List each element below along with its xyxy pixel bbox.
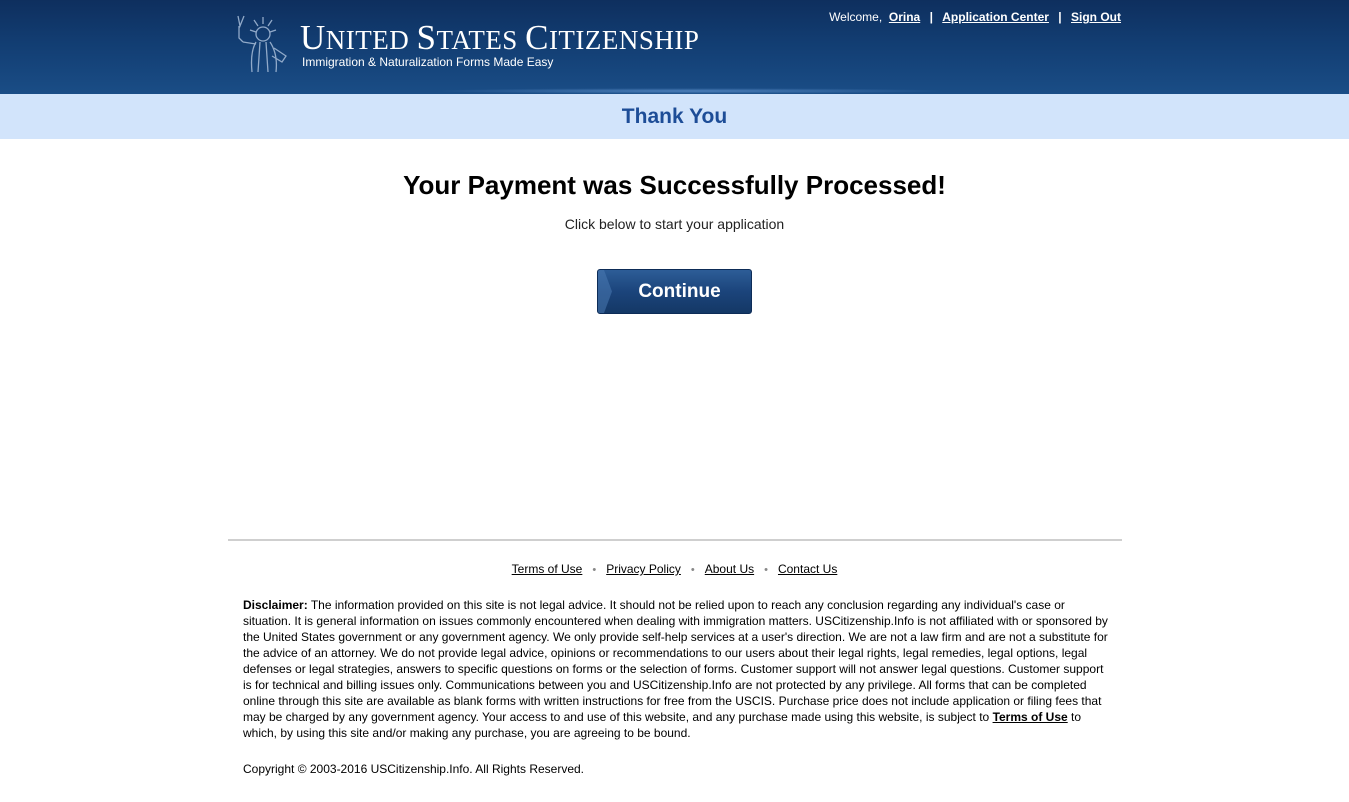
site-header: UNITED STATES CITIZENSHIP Immigration & … — [0, 0, 1349, 94]
logo-title: UNITED STATES CITIZENSHIP — [300, 18, 700, 57]
application-center-link[interactable]: Application Center — [942, 10, 1049, 24]
sign-out-link[interactable]: Sign Out — [1071, 10, 1121, 24]
contact-us-link[interactable]: Contact Us — [778, 562, 837, 576]
logo-subtitle: Immigration & Naturalization Forms Made … — [302, 55, 554, 69]
continue-button-label: Continue — [638, 281, 721, 302]
privacy-policy-link[interactable]: Privacy Policy — [606, 562, 681, 576]
disclaimer: Disclaimer: The information provided on … — [243, 597, 1113, 741]
link-separator: • — [592, 564, 597, 576]
success-heading: Your Payment was Successfully Processed! — [403, 170, 946, 200]
footer-links: Terms of Use • Privacy Policy • About Us • Con… — [0, 562, 1349, 576]
user-name-link[interactable]: Orina — [889, 10, 920, 24]
disclaimer-terms-link[interactable]: Terms of Use — [993, 710, 1068, 724]
user-nav: Welcome, Orina | Application Center | Si… — [829, 10, 1121, 24]
chevron-right-icon — [598, 270, 612, 313]
disclaimer-label: Disclaimer: — [243, 598, 308, 612]
site-logo[interactable]: UNITED STATES CITIZENSHIP Immigration & … — [230, 12, 770, 78]
continue-button[interactable]: Continue — [597, 269, 752, 314]
disclaimer-text: The information provided on this site is… — [243, 598, 1108, 724]
nav-separator: | — [1058, 10, 1062, 24]
terms-of-use-link[interactable]: Terms of Use — [512, 562, 583, 576]
page-title: Thank You — [621, 105, 728, 128]
about-us-link[interactable]: About Us — [705, 562, 754, 576]
page-title-band: Thank You — [0, 94, 1349, 139]
welcome-text: Welcome, — [829, 10, 883, 24]
copyright: Copyright © 2003-2016 USCitizenship.Info… — [243, 762, 585, 776]
success-subtext: Click below to start your application — [564, 216, 785, 232]
link-separator: • — [764, 564, 768, 576]
statue-of-liberty-icon — [237, 15, 287, 73]
link-separator: • — [690, 564, 695, 576]
footer-divider — [228, 539, 1122, 541]
nav-separator: | — [929, 10, 933, 24]
